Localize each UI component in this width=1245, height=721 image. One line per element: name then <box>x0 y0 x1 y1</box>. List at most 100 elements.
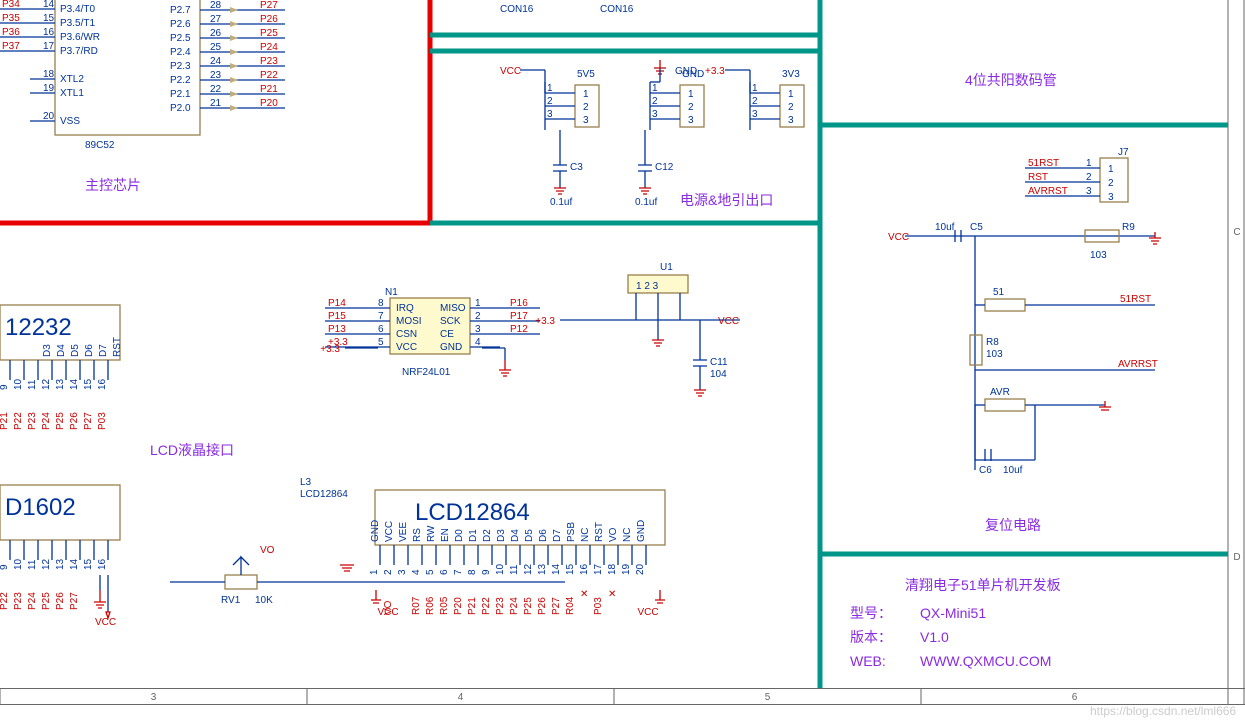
svg-text:5: 5 <box>765 692 771 703</box>
svg-text:2: 2 <box>383 569 394 575</box>
svg-text:CE: CE <box>440 329 454 340</box>
svg-text:清翔电子51单片机开发板: 清翔电子51单片机开发板 <box>905 577 1061 593</box>
svg-text:P23: P23 <box>13 592 24 610</box>
svg-text:P03: P03 <box>593 597 604 615</box>
svg-text:RST: RST <box>112 337 123 357</box>
svg-text:10: 10 <box>495 563 506 575</box>
svg-text:2: 2 <box>788 102 794 113</box>
svg-text:1: 1 <box>583 89 589 100</box>
svg-text:103: 103 <box>986 349 1003 360</box>
svg-text:P25: P25 <box>41 592 52 610</box>
svg-text:VEE: VEE <box>398 522 409 542</box>
svg-text:U1: U1 <box>660 262 673 273</box>
svg-text:P23: P23 <box>495 597 506 615</box>
svg-text:CON16: CON16 <box>500 4 534 15</box>
svg-text:P15: P15 <box>328 311 346 322</box>
svg-text:XTL1: XTL1 <box>60 88 84 99</box>
lcd-12232: 12232 D3D4D5D6D7RST910111213141516P21P22… <box>0 305 123 430</box>
svg-text:4: 4 <box>411 569 422 575</box>
svg-text:D4: D4 <box>56 344 67 357</box>
svg-text:NRF24L01: NRF24L01 <box>402 367 451 378</box>
seg-title: 4位共阳数码管 <box>965 72 1057 88</box>
svg-text:15: 15 <box>565 563 576 575</box>
svg-text:28: 28 <box>210 0 222 11</box>
mcu-ref: 89C52 <box>85 140 115 151</box>
svg-text:3: 3 <box>688 115 694 126</box>
svg-text:GND: GND <box>636 520 647 542</box>
svg-text:27: 27 <box>210 14 222 25</box>
svg-text:P27: P27 <box>260 0 278 11</box>
svg-text:12232: 12232 <box>5 314 72 341</box>
svg-text:P22: P22 <box>481 597 492 615</box>
svg-text:P03: P03 <box>97 412 108 430</box>
svg-text:6: 6 <box>1072 692 1078 703</box>
lcd-section-title: LCD液晶接口 <box>150 442 234 458</box>
svg-text:1: 1 <box>475 298 481 309</box>
u1-reg: U1 1 2 3 +3.3 VCC C11 104 <box>535 262 740 396</box>
svg-text:12: 12 <box>523 563 534 575</box>
svg-text:C11: C11 <box>710 357 728 368</box>
svg-text:P2.1: P2.1 <box>170 89 191 100</box>
svg-text:5V5: 5V5 <box>577 69 595 80</box>
svg-text:8: 8 <box>378 298 384 309</box>
svg-text:24: 24 <box>210 56 222 67</box>
svg-text:0.1uf: 0.1uf <box>550 197 572 208</box>
svg-text:51: 51 <box>993 287 1005 298</box>
svg-text:RW: RW <box>426 525 437 542</box>
svg-text:AVRRST: AVRRST <box>1028 186 1068 197</box>
svg-text:P34: P34 <box>2 0 20 10</box>
svg-text:SCK: SCK <box>440 316 461 327</box>
reset-circuit: 复位电路 J7 151RST12RST23AVRRST3 VCC 10uf C5… <box>888 147 1161 533</box>
mcu-block: 13P3.3/INT1P3314P3.4/T0P3415P3.5/T1P3516… <box>0 0 285 193</box>
svg-text:P2.0: P2.0 <box>170 103 191 114</box>
svg-text:13: 13 <box>537 563 548 575</box>
svg-text:3: 3 <box>475 324 481 335</box>
svg-text:10K: 10K <box>255 595 273 606</box>
svg-text:P26: P26 <box>537 597 548 615</box>
svg-text:103: 103 <box>1090 250 1107 261</box>
svg-text:P3.5/T1: P3.5/T1 <box>60 18 95 29</box>
svg-text:VO: VO <box>260 545 275 556</box>
svg-text:3: 3 <box>583 115 589 126</box>
svg-text:9: 9 <box>481 569 492 575</box>
svg-text:P25: P25 <box>55 412 66 430</box>
svg-text:16: 16 <box>579 563 590 575</box>
svg-text:VCC: VCC <box>637 607 658 618</box>
svg-text:9: 9 <box>0 564 10 570</box>
svg-text:1: 1 <box>652 83 658 94</box>
svg-text:VO: VO <box>608 527 619 542</box>
svg-text:P14: P14 <box>328 298 346 309</box>
svg-text:R06: R06 <box>425 596 436 615</box>
svg-text:16: 16 <box>43 27 55 38</box>
svg-text:P13: P13 <box>328 324 346 335</box>
svg-text:26: 26 <box>210 28 222 39</box>
svg-text:复位电路: 复位电路 <box>985 517 1041 533</box>
svg-text:P25: P25 <box>523 597 534 615</box>
svg-text:D5: D5 <box>524 529 535 542</box>
svg-text:NC: NC <box>622 528 633 542</box>
svg-text:1: 1 <box>1086 158 1092 169</box>
svg-text:9: 9 <box>0 384 10 390</box>
svg-text:D6: D6 <box>84 344 95 357</box>
svg-text:P3.3/INT1: P3.3/INT1 <box>60 0 105 1</box>
svg-text:22: 22 <box>210 84 222 95</box>
svg-text:AVRRST: AVRRST <box>1118 359 1158 370</box>
svg-text:2: 2 <box>688 102 694 113</box>
svg-text:VSS: VSS <box>60 116 80 127</box>
svg-text:5: 5 <box>425 569 436 575</box>
svg-text:P37: P37 <box>2 41 20 52</box>
svg-text:3: 3 <box>397 569 408 575</box>
svg-text:P22: P22 <box>260 70 278 81</box>
svg-text:20: 20 <box>635 563 646 575</box>
svg-text:R8: R8 <box>986 337 999 348</box>
svg-text:L3: L3 <box>300 477 312 488</box>
svg-text:CSN: CSN <box>396 329 417 340</box>
svg-text:1 2 3: 1 2 3 <box>636 281 659 292</box>
svg-text:5: 5 <box>378 337 384 348</box>
svg-text:QX-Mini51: QX-Mini51 <box>920 605 986 621</box>
svg-text:P21: P21 <box>260 84 278 95</box>
mcu-title: 主控芯片 <box>85 177 141 193</box>
svg-text:2: 2 <box>1108 178 1114 189</box>
svg-text:11: 11 <box>27 379 38 390</box>
svg-text:D7: D7 <box>552 529 563 542</box>
